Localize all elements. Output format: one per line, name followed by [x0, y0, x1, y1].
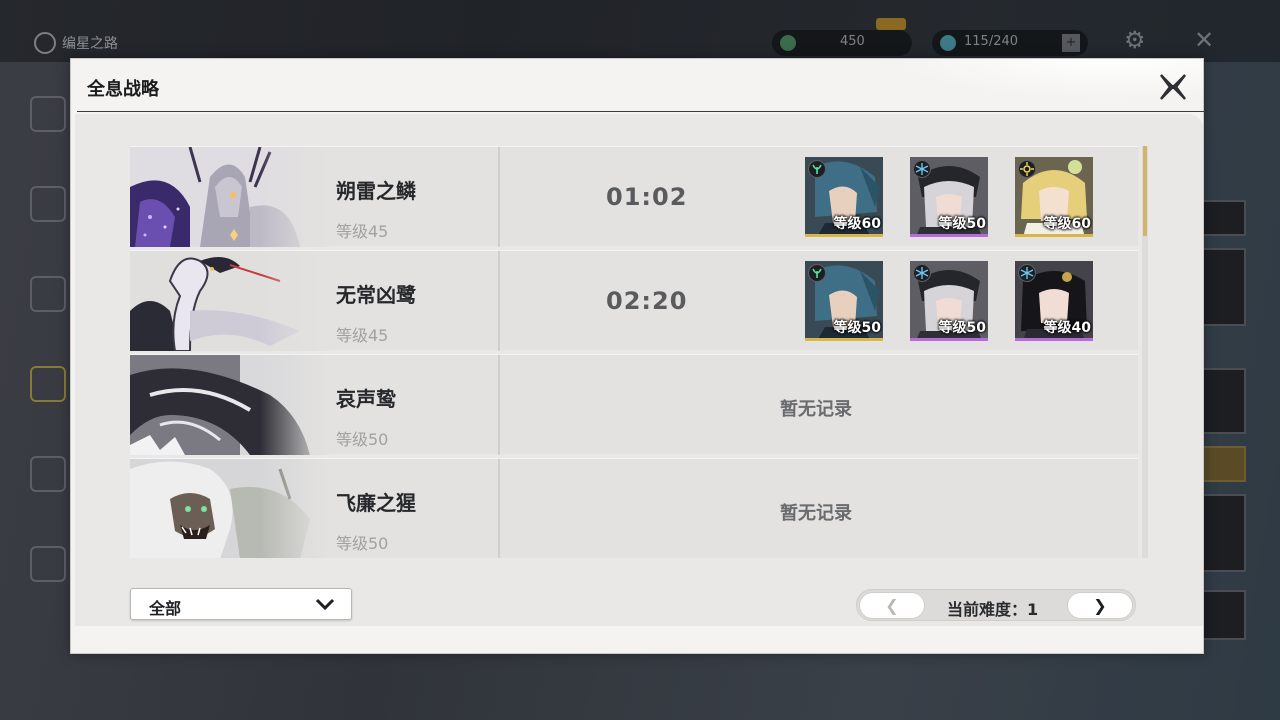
side-nav-icon: [30, 186, 66, 222]
difficulty-label-text: 当前难度：: [947, 600, 1028, 619]
currency-value-1: 450: [840, 34, 865, 49]
boss-portrait: [130, 147, 330, 247]
boss-portrait: [130, 251, 330, 351]
member-level: 等级50: [938, 320, 986, 336]
boss-row[interactable]: 哀声鸷 等级50 暂无记录: [130, 354, 1138, 455]
clear-time: 02:20: [606, 287, 688, 315]
dialog-title: 全息战略: [87, 79, 159, 100]
member-level: 等级60: [1043, 216, 1091, 232]
home-label: 编星之路: [62, 36, 118, 52]
team-member-slot: 等级60: [805, 157, 883, 237]
member-level: 等级50: [938, 216, 986, 232]
boss-level: 等级45: [336, 326, 389, 345]
no-record-text: 暂无记录: [780, 503, 852, 524]
top-bar: [0, 0, 1280, 62]
filter-selected-label: 全部: [149, 599, 182, 618]
team-member-slot: 等级50: [805, 261, 883, 341]
difficulty-prev-button[interactable]: ❮: [859, 592, 925, 619]
clear-time: 01:02: [606, 183, 688, 211]
row-divider: [498, 355, 500, 455]
filter-dropdown[interactable]: 全部: [130, 588, 352, 620]
add-currency-icon: +: [1062, 34, 1080, 52]
difficulty-next-button[interactable]: ❯: [1067, 592, 1133, 619]
side-nav-icon: [30, 366, 66, 402]
currency-badge: [876, 18, 906, 30]
row-divider: [498, 147, 500, 247]
background-close-icon: ✕: [1194, 26, 1215, 54]
side-nav-icon: [30, 276, 66, 312]
aero-icon: [808, 264, 826, 282]
member-level: 等级40: [1043, 320, 1091, 336]
boss-level: 等级50: [336, 534, 389, 553]
currency-counter-1: 450: [772, 18, 912, 56]
member-level: 等级60: [833, 216, 881, 232]
boss-list[interactable]: 朔雷之鳞 等级45 01:02 等级60 等级50 等级60 无常凶鹭 等级45…: [130, 146, 1138, 558]
boss-name: 朔雷之鳞: [336, 179, 416, 203]
green-currency-icon: [780, 35, 796, 51]
chevron-down-icon: [315, 596, 335, 616]
row-divider: [498, 459, 500, 558]
boss-name: 无常凶鹭: [336, 283, 416, 307]
settings-icon: ⚙: [1124, 26, 1146, 54]
scrollbar-thumb[interactable]: [1143, 146, 1147, 236]
side-nav-icon: [30, 456, 66, 492]
team-member-slot: 等级60: [1015, 157, 1093, 237]
difficulty-label: 当前难度：1: [947, 596, 1038, 620]
aero-icon: [808, 160, 826, 178]
title-divider: [77, 111, 1205, 112]
boss-row[interactable]: 无常凶鹭 等级45 02:20 等级50 等级50 等级40: [130, 250, 1138, 351]
side-nav-icon: [30, 546, 66, 582]
boss-level: 等级45: [336, 222, 389, 241]
close-button[interactable]: [1155, 69, 1191, 105]
member-level: 等级50: [833, 320, 881, 336]
glacio-icon: [1018, 264, 1036, 282]
no-record-text: 暂无记录: [780, 399, 852, 420]
close-icon: [1160, 74, 1186, 100]
boss-name: 飞廉之猩: [336, 491, 416, 515]
boss-row[interactable]: 朔雷之鳞 等级45 01:02 等级60 等级50 等级60: [130, 146, 1138, 247]
row-divider: [498, 251, 500, 351]
stamina-icon: [940, 35, 956, 51]
home-icon: [34, 32, 56, 54]
side-nav-icon: [30, 96, 66, 132]
boss-portrait: [130, 459, 330, 558]
boss-level: 等级50: [336, 430, 389, 449]
team-member-slot: 等级40: [1015, 261, 1093, 341]
boss-name: 哀声鸷: [336, 387, 396, 411]
boss-row[interactable]: 飞廉之猩 等级50 暂无记录: [130, 458, 1138, 558]
home-breadcrumb: 编星之路: [34, 32, 118, 54]
difficulty-selector: ❮ 当前难度：1 ❯: [856, 589, 1136, 621]
currency-counter-2: 115/240 +: [932, 30, 1088, 56]
currency-value-2: 115/240: [964, 34, 1019, 49]
spectro-icon: [1018, 160, 1036, 178]
boss-portrait: [130, 355, 330, 455]
team-member-slot: 等级50: [910, 157, 988, 237]
team-member-slot: 等级50: [910, 261, 988, 341]
glacio-icon: [913, 264, 931, 282]
glacio-icon: [913, 160, 931, 178]
difficulty-value: 1: [1027, 600, 1039, 619]
